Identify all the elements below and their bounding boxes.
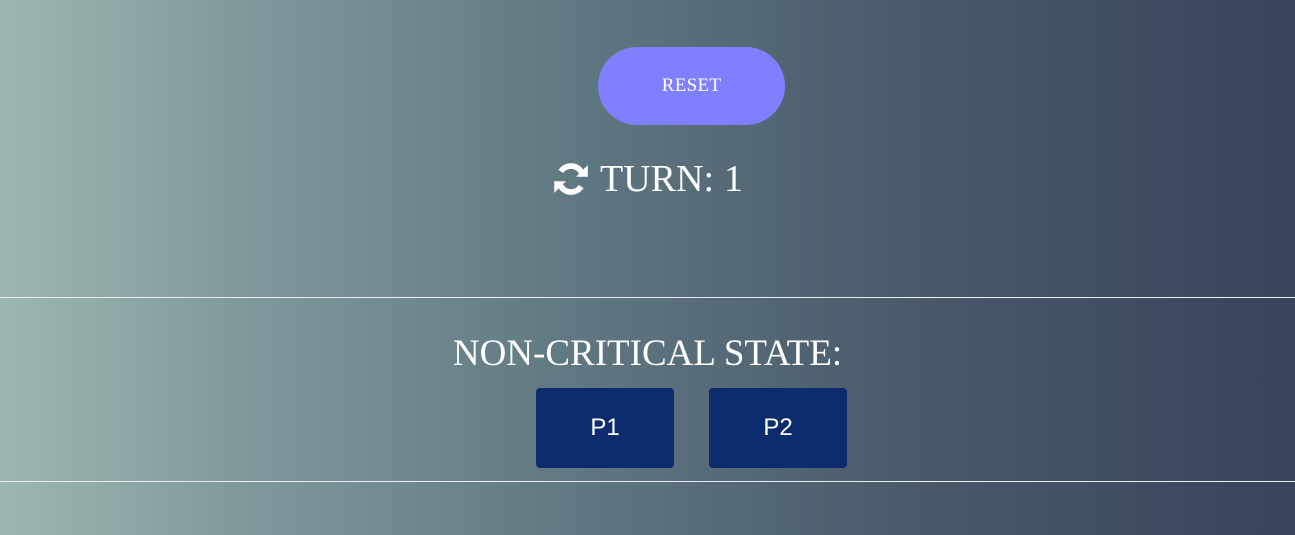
player-2-button[interactable]: P2 — [709, 388, 847, 468]
top-divider — [0, 297, 1295, 298]
bottom-divider — [0, 481, 1295, 482]
player-1-button[interactable]: P1 — [536, 388, 674, 468]
state-title: NON-CRITICAL STATE: — [452, 333, 843, 374]
turn-label: TURN: — [600, 158, 714, 200]
turn-value: 1 — [724, 158, 743, 200]
sync-icon — [552, 160, 590, 198]
reset-button[interactable]: RESET — [598, 47, 785, 125]
turn-indicator: TURN: 1 — [0, 152, 1295, 206]
